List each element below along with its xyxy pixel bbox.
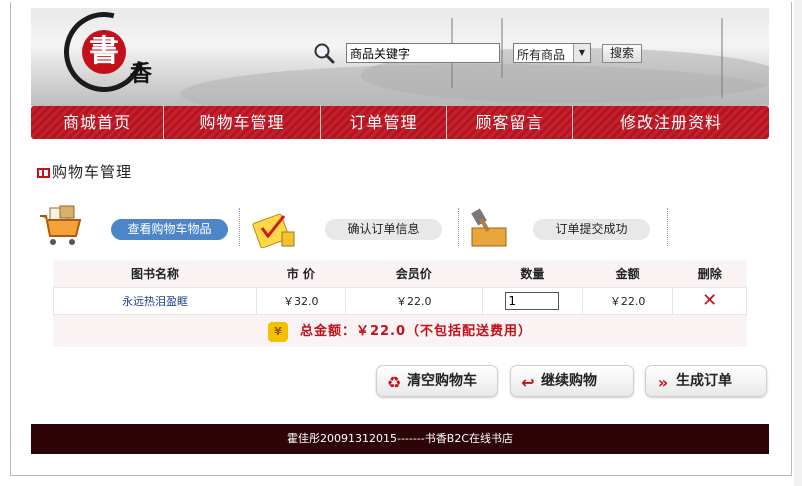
- book-title-link[interactable]: 永远热泪盈眶: [122, 295, 188, 308]
- quantity-cell: [481, 287, 583, 315]
- logo-seal: 書: [82, 30, 126, 74]
- market-price-cell: ￥32.0: [255, 287, 346, 315]
- search-input[interactable]: [346, 43, 500, 63]
- step-divider: [667, 208, 668, 246]
- total-amount: 总金额：￥22.0（不包括配送费用）: [299, 324, 533, 339]
- footer-text: 霍佳彤20091312015-------书香B2C在线书店: [287, 432, 513, 445]
- step-divider: [239, 208, 240, 246]
- continue-shopping-label: 继续购物: [541, 373, 597, 389]
- amount-cell: ￥22.0: [581, 287, 674, 315]
- back-arrow-icon: ↩: [521, 373, 535, 392]
- footer: 霍佳彤20091312015-------书香B2C在线书店: [31, 424, 769, 454]
- checkout-steps: 查看购物车物品 确认订单信息 订单提交成功: [36, 200, 676, 252]
- forward-arrows-icon: »: [657, 373, 669, 392]
- col-amount: 金额: [615, 267, 640, 281]
- cart-header-row: 图书名称 市 价 会员价 数量 金额 删除: [54, 260, 747, 288]
- main-nav: 商城首页 购物车管理 订单管理 顾客留言 修改注册资料: [31, 106, 769, 139]
- search-icon: [314, 43, 335, 64]
- step-view-cart[interactable]: 查看购物车物品: [111, 219, 228, 240]
- nav-item-profile[interactable]: 修改注册资料: [573, 106, 769, 139]
- chevron-down-icon[interactable]: ▼: [573, 44, 590, 62]
- recycle-icon: ♻: [386, 373, 402, 392]
- step-divider: [458, 208, 459, 246]
- col-book-title: 图书名称: [130, 267, 179, 281]
- delete-cell: ✕: [672, 287, 747, 315]
- site-logo[interactable]: 書 香: [49, 0, 159, 107]
- col-member-price: 会员价: [395, 267, 432, 281]
- category-select-value: 所有商品: [517, 48, 566, 62]
- step-order-success[interactable]: 订单提交成功: [533, 219, 650, 240]
- continue-shopping-button[interactable]: ↩ 继续购物: [510, 365, 634, 397]
- nav-item-home[interactable]: 商城首页: [31, 106, 164, 139]
- col-delete: 删除: [697, 267, 722, 281]
- search-button[interactable]: 搜索: [602, 44, 642, 63]
- category-select[interactable]: 所有商品 ▼: [513, 43, 591, 63]
- book-title-cell: 永远热泪盈眶: [53, 287, 257, 315]
- nav-item-orders[interactable]: 订单管理: [321, 106, 447, 139]
- page-title: 购物车管理: [37, 161, 132, 182]
- step-confirm-order[interactable]: 确认订单信息: [325, 219, 442, 240]
- member-price-cell: ￥22.0: [344, 287, 483, 315]
- col-quantity: 数量: [520, 267, 545, 281]
- checkout-button[interactable]: » 生成订单: [645, 365, 767, 397]
- quantity-input[interactable]: [505, 292, 560, 310]
- shopping-cart-icon: [40, 205, 82, 245]
- calculator-icon: [252, 213, 295, 249]
- total-cell: ¥ 总金额：￥22.0（不包括配送费用）: [53, 314, 747, 347]
- book-icon: [37, 168, 50, 178]
- cart-table: 图书名称 市 价 会员价 数量 金额 删除 永远热泪盈眶 ￥32.0 ￥22.0…: [53, 260, 747, 347]
- logo-subtext: 香: [130, 61, 153, 87]
- checkout-label: 生成订单: [676, 373, 732, 389]
- total-row: ¥ 总金额：￥22.0（不包括配送费用）: [53, 314, 747, 347]
- table-row: 永远热泪盈眶 ￥32.0 ￥22.0 ￥22.0 ✕: [53, 287, 747, 315]
- page-title-text: 购物车管理: [52, 163, 133, 181]
- banner-tree: [721, 18, 723, 98]
- yen-icon: ¥: [267, 322, 288, 342]
- scrollbar-track[interactable]: [794, 0, 802, 486]
- col-market-price: 市 价: [286, 267, 315, 281]
- nav-item-cart[interactable]: 购物车管理: [164, 106, 321, 139]
- order-box-icon: [471, 208, 507, 247]
- clear-cart-label: 清空购物车: [407, 373, 477, 389]
- banner-tree: [501, 18, 503, 78]
- delete-icon[interactable]: ✕: [702, 290, 717, 311]
- clear-cart-button[interactable]: ♻ 清空购物车: [376, 365, 498, 397]
- nav-item-messages[interactable]: 顾客留言: [447, 106, 573, 139]
